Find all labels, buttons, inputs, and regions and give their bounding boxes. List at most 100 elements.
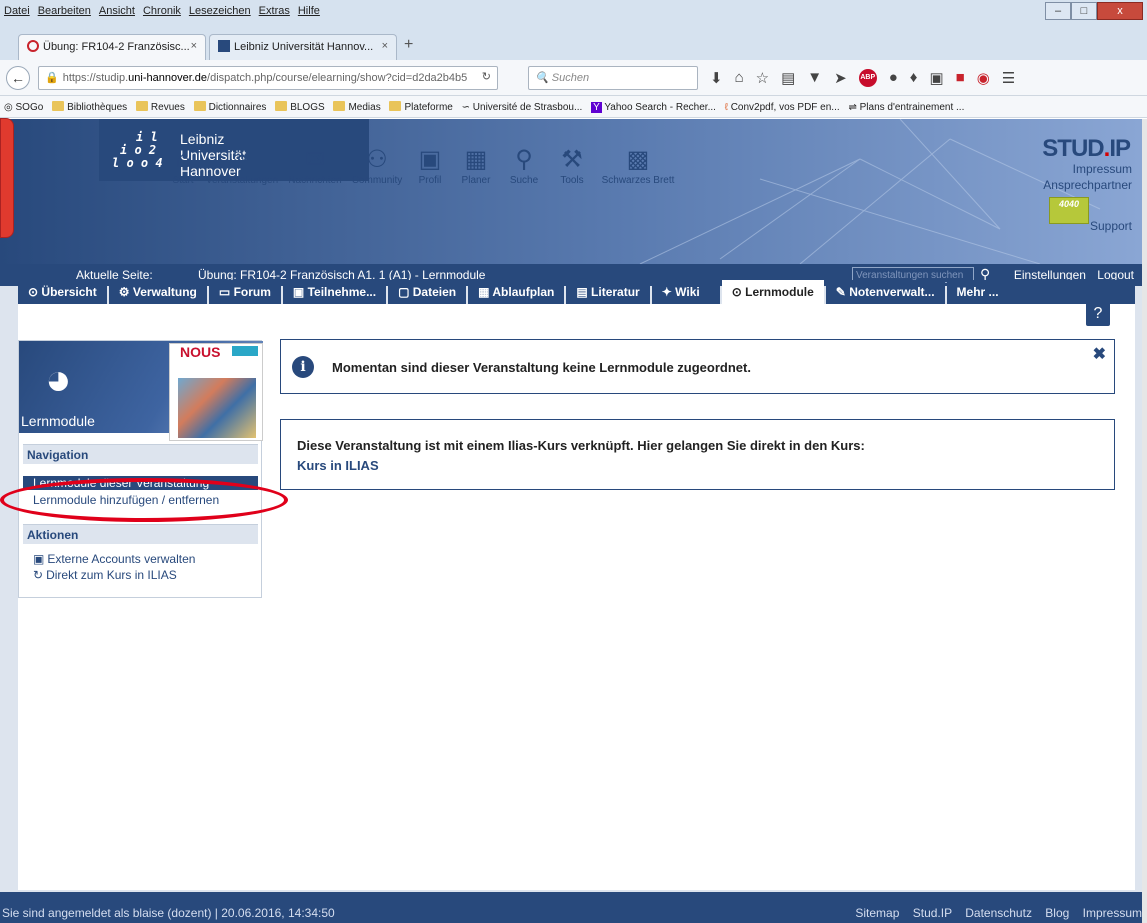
- browser-menubar: Datei Bearbeiten Ansicht Chronik Lesezei…: [0, 0, 1147, 26]
- close-tab-icon[interactable]: ×: [191, 40, 197, 52]
- tab-dateien[interactable]: ▢ Dateien: [388, 280, 467, 304]
- home-toolbar-icon[interactable]: ⌂: [735, 69, 744, 87]
- back-button[interactable]: ←: [6, 66, 30, 90]
- elearning-badge[interactable]: 4040: [1049, 197, 1089, 224]
- footer-link-impressum[interactable]: Impressum: [1083, 906, 1142, 920]
- nav-nachrichten[interactable]: ✉ Nachrichten: [288, 145, 342, 186]
- url-bar[interactable]: 🔒 https://studip.uni-hannover.de/dispatch…: [38, 66, 498, 90]
- close-tab-icon[interactable]: ×: [382, 40, 388, 52]
- page-scrollbar[interactable]: [1142, 119, 1147, 923]
- browser-search-input[interactable]: 🔍 Suchen: [528, 66, 698, 90]
- bookmark-item[interactable]: Bibliothèques: [52, 101, 127, 113]
- browser-navbar: ← 🔒 https://studip.uni-hannover.de/dispat…: [0, 60, 1147, 96]
- browser-tab-studip[interactable]: Übung: FR104-2 Französisc... ×: [18, 34, 206, 60]
- sidebar-action-kurs-in-ilias[interactable]: ↻ Direkt zum Kurs in ILIAS: [23, 568, 258, 582]
- tab-literatur[interactable]: ▤ Literatur: [566, 280, 650, 304]
- wiki-icon: ✦: [661, 285, 672, 299]
- menu-lesezeichen[interactable]: Lesezeichen: [189, 5, 251, 17]
- nav-profil[interactable]: ▣ Profil: [412, 145, 448, 186]
- folder-icon: [275, 101, 288, 111]
- download-icon[interactable]: ⬇: [710, 69, 723, 87]
- hamburger-menu-icon[interactable]: ☰: [1002, 69, 1015, 87]
- clipboard-icon[interactable]: ▣: [929, 69, 943, 87]
- folder-icon: [193, 101, 206, 111]
- community-icon: ⚇: [366, 146, 388, 173]
- ansprechpartner-link[interactable]: Ansprechpartner: [1043, 177, 1132, 193]
- nav-start[interactable]: ⌂ Start: [170, 145, 196, 186]
- puzzle-icon[interactable]: ♦: [910, 69, 918, 87]
- send-icon[interactable]: ➤: [834, 69, 847, 87]
- adblock-icon[interactable]: ABP: [858, 69, 877, 87]
- bookmark-item[interactable]: ∽ Université de Strasbou...: [462, 102, 583, 113]
- lernmodule-icon: ⊙: [731, 285, 742, 299]
- extension-red-icon[interactable]: ■: [956, 69, 965, 87]
- nav-veranstaltungen[interactable]: ⚬ Veranstaltungen: [204, 145, 280, 186]
- browser-tab-luh[interactable]: Leibniz Universität Hannov... ×: [209, 34, 397, 60]
- bookmark-item[interactable]: ℓ Conv2pdf, vos PDF en...: [725, 102, 840, 113]
- menu-chronik[interactable]: Chronik: [143, 5, 181, 17]
- kurs-in-ilias-link[interactable]: Kurs in ILIAS: [297, 458, 379, 473]
- tab-wiki[interactable]: ✦ Wiki: [651, 280, 720, 304]
- bookmark-item[interactable]: ◎ SOGo: [4, 102, 43, 113]
- ilias-favicon-icon: [218, 40, 230, 52]
- home-icon: ⌂: [175, 146, 191, 173]
- nav-suche[interactable]: ⚲ Suche: [504, 145, 544, 186]
- url-prefix: https://studip.: [62, 72, 129, 84]
- help-button[interactable]: ?: [1086, 302, 1110, 326]
- studip-header: i l i o 2 l o o 4 Leibniz Universität Ha…: [0, 119, 1142, 264]
- footer-link-datenschutz[interactable]: Datenschutz: [965, 906, 1032, 920]
- tab-notenverwaltung[interactable]: ✎ Notenverwalt...: [825, 280, 945, 304]
- footer-link-studip[interactable]: Stud.IP: [913, 906, 952, 920]
- schedule-icon: ▦: [478, 285, 490, 299]
- nav-schwarzes-brett[interactable]: ▩ Schwarzes Brett: [600, 145, 676, 186]
- pinterest-icon[interactable]: ◉: [977, 69, 990, 87]
- literature-icon: ▤: [576, 285, 588, 299]
- bookmark-item[interactable]: Dictionnaires: [193, 101, 266, 113]
- menu-bearbeiten[interactable]: Bearbeiten: [38, 5, 91, 17]
- menu-extras[interactable]: Extras: [259, 5, 290, 17]
- tab-forum[interactable]: ▭ Forum: [208, 280, 281, 304]
- reader-icon[interactable]: ▤: [781, 69, 795, 87]
- reload-icon[interactable]: ↻: [482, 70, 491, 83]
- pocket-icon[interactable]: ▼: [807, 69, 822, 87]
- new-tab-button[interactable]: +: [404, 36, 413, 54]
- overview-icon: ⊙: [28, 285, 39, 299]
- tab-mehr[interactable]: Mehr ...: [946, 280, 1135, 304]
- tab-verwaltung[interactable]: ⚙ Verwaltung: [108, 280, 207, 304]
- bookmark-item[interactable]: Y Yahoo Search - Recher...: [591, 102, 716, 113]
- minimize-button[interactable]: –: [1045, 2, 1071, 20]
- tools-icon: ⚒: [561, 146, 583, 173]
- browser-tab-title: Übung: FR104-2 Französisc...: [43, 41, 190, 53]
- info-icon: i: [292, 356, 314, 378]
- tab-teilnehmende[interactable]: ▣ Teilnehme...: [282, 280, 387, 304]
- footer-link-sitemap[interactable]: Sitemap: [855, 906, 899, 920]
- menu-hilfe[interactable]: Hilfe: [298, 5, 320, 17]
- ilias-course-box: Diese Veranstaltung ist mit einem Ilias-…: [280, 419, 1115, 490]
- bookmark-star-icon[interactable]: ☆: [756, 69, 769, 87]
- book-photo: [178, 378, 256, 438]
- maximize-button[interactable]: □: [1071, 2, 1097, 20]
- nav-community[interactable]: ⚇ Community: [350, 145, 404, 186]
- tab-uebersicht[interactable]: ⊙ Übersicht: [18, 280, 107, 304]
- chat-icon[interactable]: ●: [889, 69, 898, 87]
- tab-lernmodule[interactable]: ⊙ Lernmodule: [721, 280, 824, 304]
- studip-logo[interactable]: STUD.IP: [1042, 135, 1131, 163]
- bookmark-item[interactable]: BLOGS: [275, 101, 325, 113]
- menu-ansicht[interactable]: Ansicht: [99, 5, 135, 17]
- profile-icon: ▣: [418, 146, 442, 173]
- bookmark-item[interactable]: Revues: [135, 101, 185, 113]
- sidebar-action-externe-accounts[interactable]: ▣ Externe Accounts verwalten: [23, 552, 258, 566]
- menu-datei[interactable]: Datei: [4, 5, 30, 17]
- close-window-button[interactable]: x: [1097, 2, 1143, 20]
- nav-planer[interactable]: ▦ Planer: [456, 145, 496, 186]
- tab-ablaufplan[interactable]: ▦ Ablaufplan: [468, 280, 565, 304]
- book-brand: NOUS: [180, 344, 221, 360]
- nav-tools[interactable]: ⚒ Tools: [552, 145, 592, 186]
- impressum-link[interactable]: Impressum: [1043, 161, 1132, 177]
- footer-link-blog[interactable]: Blog: [1045, 906, 1069, 920]
- bookmark-item[interactable]: Medias: [333, 101, 381, 113]
- bookmark-item[interactable]: ⇌ Plans d'entrainement ...: [848, 102, 964, 113]
- close-icon[interactable]: ✖: [1093, 344, 1106, 364]
- support-link[interactable]: Support: [1090, 219, 1132, 233]
- bookmark-item[interactable]: Plateforme: [389, 101, 453, 113]
